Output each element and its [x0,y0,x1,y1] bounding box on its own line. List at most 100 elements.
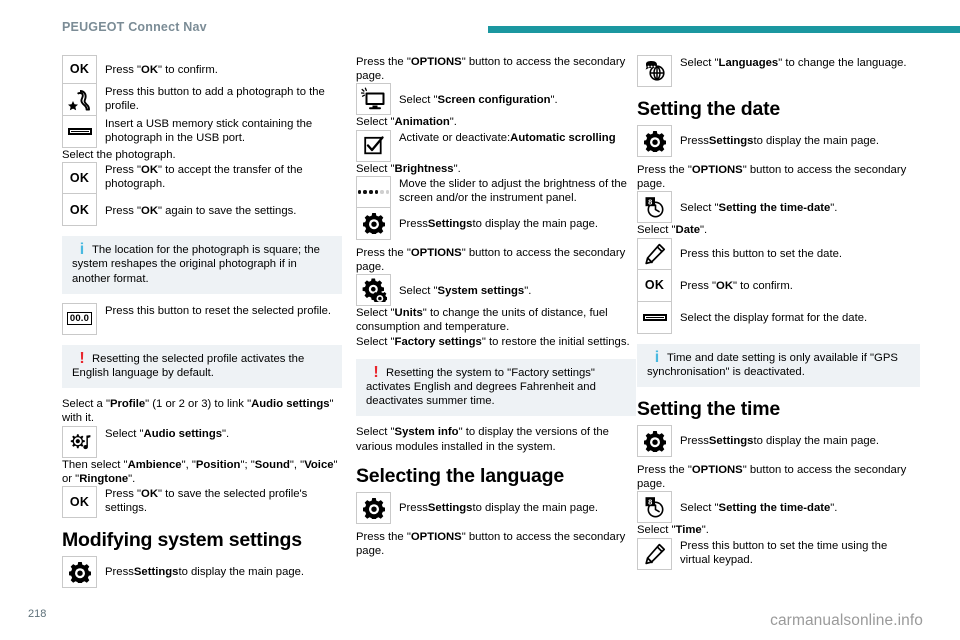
column-left: OK Press " OK " to confirm. Press this but… [62,55,342,589]
usb-stick-icon[interactable] [62,116,97,148]
ok-button-icon[interactable]: OK [62,162,97,195]
warning-notice: ! Resetting the selected profile activat… [62,344,342,389]
reset-icon-label: 00.0 [66,312,93,326]
instruction-group-photo: OK Press " OK " to confirm. Press this but… [62,55,342,148]
checkbox-icon[interactable] [356,129,391,162]
instruction-row-settings: Press Settings to display the main page. [356,207,636,240]
instruction-row-pencil: Press this button to set the date. [637,237,920,270]
settings-gear-icon[interactable] [637,125,672,157]
instruction-text: Select " Setting the time-date ". [680,201,838,214]
warning-notice: ! Resetting the system to "Factory setti… [356,358,636,417]
brightness-slider-icon[interactable] [356,175,391,208]
options-button-text-2: Press the "OPTIONS" button to access the… [637,464,907,491]
pencil-edit-icon[interactable] [637,537,672,570]
heading-selecting-the-language: Selecting the language [356,464,564,487]
instruction-row-slider: Move the slider to adjust the brightness… [356,175,636,208]
info-notice: i The location for the photograph is squ… [62,236,342,294]
instruction-row-checkbox: Activate or deactivate:Automatic scrolli… [356,129,636,162]
instruction-row-pencil-2: Press this button to set the time using … [637,537,920,570]
options-button-text: Press the "OPTIONS" button to access the… [637,164,907,191]
profile-photo-icon[interactable] [62,84,97,116]
instruction-text: Move the slider to adjust the brightness… [399,177,627,205]
heading-modifying-system-settings: Modifying system settings [62,529,302,552]
instruction-text: Select "Audio settings". [105,427,230,440]
page-header: PEUGEOT Connect Nav [0,0,960,40]
ok-button-icon[interactable]: OK [62,55,97,84]
instruction-row-reset: 00.0 Press this button to reset the sele… [62,302,342,335]
screen-configuration-icon[interactable] [356,83,391,116]
usb-bar-shape [67,128,92,135]
instruction-text: Press Settings to display the main page. [399,218,599,231]
ok-icon-label: OK [644,278,665,292]
select-system-info-text: Select "System info" to display the vers… [356,426,609,453]
instruction-row: Insert a USB memory stick containing the… [62,116,342,148]
ok-icon-label: OK [69,171,90,186]
instruction-row-settings: Press Settings to display the main page. [62,556,342,589]
instruction-row-system-settings: Select " System settings ". [356,274,636,307]
profile-link-text: Select a "Profile" (1 or 2 or 3) to link… [62,398,334,425]
ok-icon-label: OK [69,202,90,217]
select-units-text: Select "Units" to change the units of di… [356,307,608,334]
instruction-text: Press Settings to display the main page. [680,435,880,448]
reset-counter-icon[interactable]: 00.0 [62,302,97,335]
info-icon: i [654,348,660,366]
display-format-icon[interactable] [637,301,672,334]
instruction-text: Select the display format for the date. [680,312,868,324]
then-select-text: Then select "Ambience", "Position"; "Sou… [62,458,338,485]
heading-setting-the-time: Setting the time [637,398,781,421]
ok-button-icon[interactable]: OK [637,269,672,302]
notice-text: Resetting the selected profile activates… [72,352,305,380]
pencil-edit-icon[interactable] [637,237,672,270]
select-factory-settings-text: Select "Factory settings" to restore the… [356,335,630,348]
settings-gear-icon[interactable] [356,207,391,240]
instruction-text: Press this button to reset the selected … [105,304,332,317]
ok-button-icon[interactable]: OK [62,486,97,519]
column-middle: Press the "OPTIONS" button to access the… [356,55,636,558]
notice-text: Resetting the system to "Factory setting… [366,366,596,408]
select-time-text: Select "Time". [637,524,709,537]
instruction-text: Press this button to set the time using … [680,539,888,566]
settings-gear-icon[interactable] [637,425,672,458]
instruction-text: Select "Languages" to change the languag… [680,57,907,69]
instruction-text: Press Settings to display the main page. [680,135,880,148]
instruction-text: Press this button to set the date. [680,248,843,260]
ok-button-icon[interactable]: OK [62,194,97,227]
instruction-row: OK Press " OK " to confirm. [62,55,342,84]
instruction-row-time-date-2: 8 Select " Setting the time-date ". [637,491,920,524]
page-number: 218 [28,608,47,620]
time-date-icon[interactable]: 8 [637,191,672,224]
instruction-row-language: Select "Languages" to change the languag… [637,55,920,87]
instruction-row-time-date: 8 Select " Setting the time-date ". [637,191,920,224]
svg-text:8: 8 [648,198,652,207]
column-right: Select "Languages" to change the languag… [637,55,920,570]
settings-gear-icon[interactable] [356,491,391,524]
select-date-text: Select "Date". [637,224,708,237]
instruction-row: OK Press " OK " again to save the settings… [62,194,342,227]
svg-text:8: 8 [648,498,652,507]
instruction-row-settings: Press Settings to display the main page. [637,125,920,157]
instruction-text: Press "OK" to save the selected profile'… [105,488,308,515]
select-animation-text: Select "Animation". [356,116,457,129]
warning-icon: ! [373,363,379,381]
language-globe-icon[interactable] [637,55,672,87]
instruction-text: Insert a USB memory stick containing the… [105,118,313,145]
instruction-text: Select " Screen configuration ". [399,93,558,106]
instruction-row: Press this button to add a photograph to… [62,84,342,116]
instruction-text: Select " Setting the time-date ". [680,501,838,514]
heading-setting-the-date: Setting the date [637,98,781,120]
instruction-text: Press "OK" to accept the transfer of the… [105,164,303,191]
instruction-text: Activate or deactivate:Automatic scrolli… [399,131,616,144]
header-accent-rule [488,26,960,33]
instruction-text: Press " OK " to confirm. [680,280,793,292]
audio-settings-icon[interactable] [62,425,97,458]
instruction-text: Press this button to add a photograph to… [105,86,325,113]
instruction-row-audio: Select "Audio settings". [62,425,342,458]
instruction-text: Select " System settings ". [399,284,532,297]
info-notice: i Time and date setting is only availabl… [637,343,920,388]
time-date-icon[interactable]: 8 [637,491,672,524]
instruction-group-brightness: Move the slider to adjust the brightness… [356,175,636,240]
select-photograph-text: Select the photograph. [62,149,176,161]
system-settings-icon[interactable] [356,274,391,307]
notice-text: The location for the photograph is squar… [72,244,320,285]
settings-gear-icon[interactable] [62,556,97,589]
